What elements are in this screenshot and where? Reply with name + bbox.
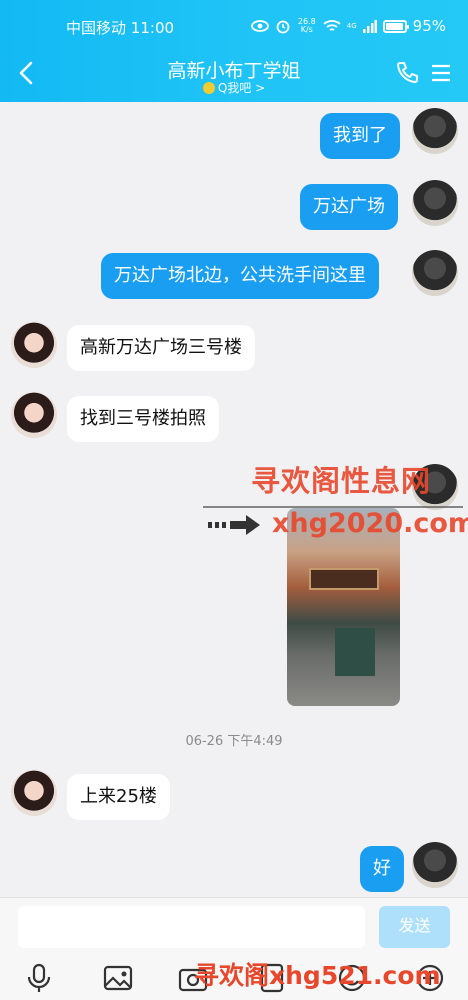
eye-icon (250, 20, 269, 32)
red-packet-icon[interactable] (256, 962, 288, 994)
signal-icon (362, 19, 377, 33)
composer: 发送 寻欢阁xhg521.com (0, 897, 468, 1000)
wifi-icon (323, 20, 341, 31)
avatar-self[interactable] (412, 108, 458, 154)
send-button[interactable]: 发送 (379, 906, 450, 948)
message-bubble-outgoing[interactable]: 万达广场 (300, 184, 398, 230)
qq-status-icon (202, 82, 215, 94)
camera-icon[interactable] (177, 962, 209, 994)
avatar-self[interactable] (412, 250, 458, 296)
message-bubble-incoming[interactable]: 找到三号楼拍照 (67, 396, 219, 442)
message-bubble-incoming[interactable]: 高新万达广场三号楼 (67, 325, 255, 371)
avatar-self[interactable] (412, 180, 458, 226)
carrier-label: 中国移动 (66, 19, 127, 37)
emoji-icon[interactable] (336, 962, 368, 994)
battery-icon (382, 19, 409, 33)
message-input[interactable] (18, 906, 365, 948)
contact-status-label: Q我吧 > (217, 81, 266, 95)
watermark-line (203, 506, 463, 508)
message-bubble-outgoing[interactable]: 万达广场北边，公共洗手间这里 (101, 253, 379, 299)
message-bubble-outgoing[interactable]: 好 (360, 846, 404, 892)
menu-icon[interactable] (430, 62, 452, 84)
chat-header: 中国移动 11:00 26.8 K/s 4G 95% 高新小布丁学姐 Q我吧 > (0, 0, 468, 102)
message-bubble-outgoing[interactable]: 我到了 (320, 113, 400, 159)
message-timestamp: 06-26 下午4:49 (185, 734, 283, 749)
signal-tag: 4G (346, 22, 357, 30)
avatar-contact[interactable] (11, 322, 57, 368)
clock: 11:00 (130, 19, 175, 37)
avatar-self[interactable] (412, 842, 458, 888)
avatar-contact[interactable] (11, 392, 57, 438)
photo-storefront-sign (309, 568, 379, 590)
status-right: 26.8 K/s 4G 95% (250, 17, 446, 35)
battery-level: 95% (412, 17, 446, 35)
photo-entrance (335, 628, 375, 676)
phone-icon[interactable] (394, 60, 420, 86)
status-bar: 中国移动 11:00 26.8 K/s 4G 95% (0, 0, 468, 52)
arrow-right-icon (208, 515, 260, 535)
microphone-icon[interactable] (23, 962, 55, 994)
message-bubble-incoming[interactable]: 上来25楼 (67, 774, 170, 820)
avatar-contact[interactable] (11, 770, 57, 816)
avatar-self[interactable] (412, 464, 458, 510)
composer-toolbar (0, 960, 468, 998)
watermark-text: 寻欢阁性息网 (251, 464, 432, 498)
message-list: 我到了 万达广场 万达广场北边，公共洗手间这里 高新万达广场三号楼 找到三号楼拍… (0, 102, 468, 897)
image-icon[interactable] (102, 962, 134, 994)
net-speed-unit: K/s (300, 25, 313, 34)
net-speed: 26.8 K/s (297, 18, 317, 34)
alarm-icon (276, 20, 290, 34)
plus-icon[interactable] (414, 962, 446, 994)
title-bar: 高新小布丁学姐 Q我吧 > (0, 52, 468, 102)
status-left: 中国移动 11:00 (66, 17, 174, 38)
photo-message[interactable] (287, 508, 400, 706)
